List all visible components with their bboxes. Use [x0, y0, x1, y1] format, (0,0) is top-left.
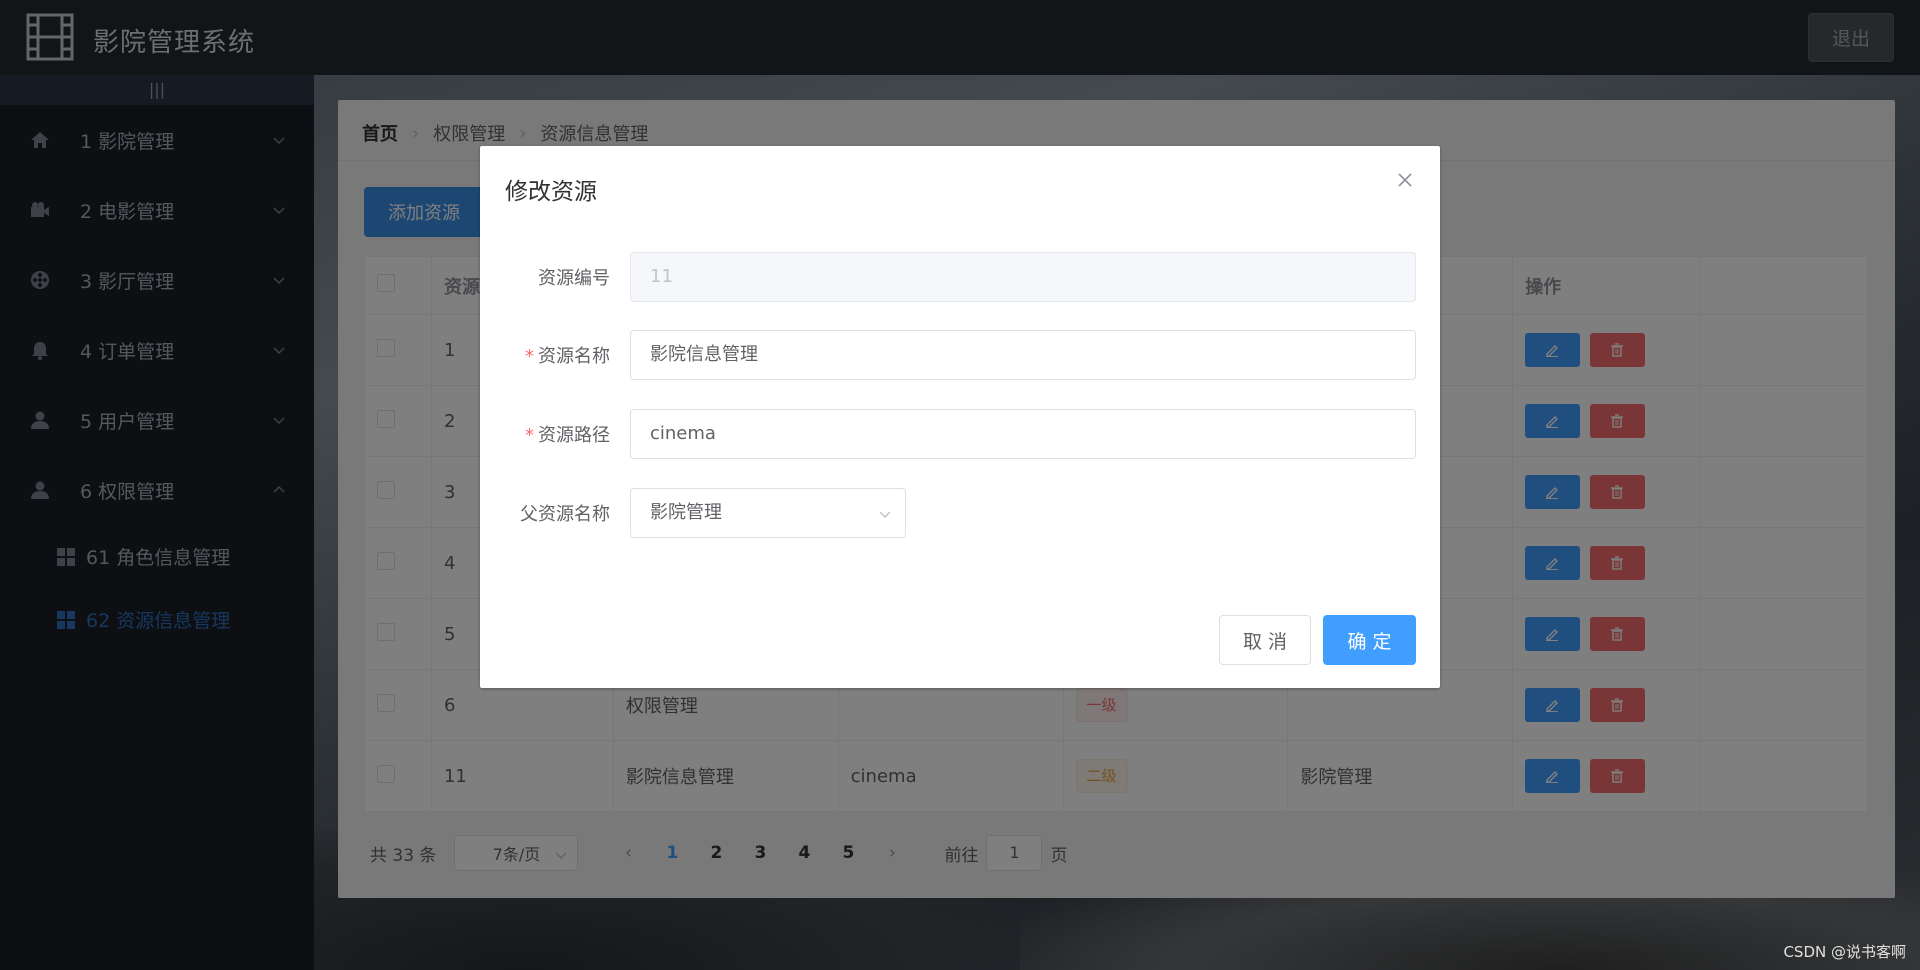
- resource-id-label: 资源编号: [500, 264, 610, 290]
- resource-path-field[interactable]: cinema: [630, 409, 1416, 459]
- parent-resource-value: 影院管理: [650, 502, 722, 523]
- chevron-down-icon: [879, 511, 891, 519]
- label-text: 资源编号: [538, 268, 610, 289]
- label-text: 父资源名称: [520, 504, 610, 525]
- edit-resource-dialog: 修改资源 资源编号 11 * 资源名称 影院信息管理 * 资源路径 cinema 父…: [480, 146, 1440, 688]
- resource-name-label: * 资源名称: [500, 342, 610, 368]
- dialog-title: 修改资源: [505, 179, 597, 205]
- parent-resource-select[interactable]: 影院管理: [630, 488, 906, 538]
- required-mark: *: [525, 425, 534, 446]
- label-text: 资源路径: [538, 425, 610, 446]
- resource-path-label: * 资源路径: [500, 421, 610, 447]
- watermark: CSDN @说书客啊: [1783, 943, 1906, 961]
- label-text: 资源名称: [538, 346, 610, 367]
- parent-resource-label: 父资源名称: [500, 500, 610, 526]
- close-icon[interactable]: [1397, 172, 1413, 188]
- resource-name-field[interactable]: 影院信息管理: [630, 330, 1416, 380]
- confirm-button[interactable]: 确 定: [1323, 615, 1416, 665]
- required-mark: *: [525, 346, 534, 367]
- cancel-button[interactable]: 取 消: [1219, 615, 1311, 665]
- resource-id-field: 11: [630, 252, 1416, 302]
